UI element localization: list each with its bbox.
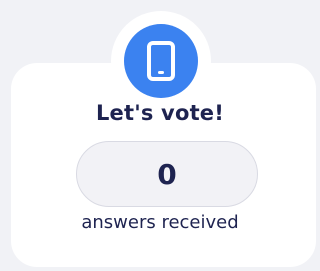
badge bbox=[124, 24, 198, 98]
answer-counter: 0 bbox=[76, 141, 258, 207]
smartphone-icon bbox=[146, 41, 176, 81]
answer-count: 0 bbox=[157, 157, 177, 191]
vote-widget: Let's vote! 0 answers received bbox=[0, 0, 320, 271]
answers-caption: answers received bbox=[81, 212, 239, 233]
vote-title: Let's vote! bbox=[95, 101, 225, 125]
